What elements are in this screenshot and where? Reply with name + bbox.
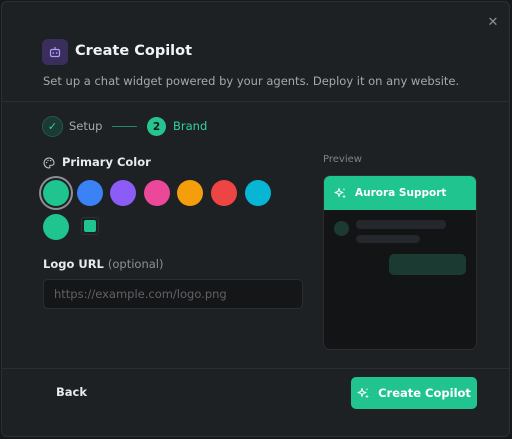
step-setup-check-icon: ✓ bbox=[42, 116, 63, 137]
custom-color-picker[interactable] bbox=[81, 217, 99, 235]
swatch-purple[interactable] bbox=[110, 180, 136, 206]
header-divider bbox=[2, 101, 509, 102]
preview-label: Preview bbox=[323, 154, 362, 165]
dialog-subtitle: Set up a chat widget powered by your age… bbox=[43, 74, 460, 88]
create-copilot-dialog: ✕ Create Copilot Set up a chat widget po… bbox=[1, 1, 510, 437]
swatch-orange[interactable] bbox=[177, 180, 203, 206]
back-button[interactable]: Back bbox=[56, 385, 87, 399]
preview-message-line bbox=[356, 235, 420, 243]
logo-url-optional: (optional) bbox=[107, 257, 164, 271]
create-copilot-label: Create Copilot bbox=[378, 386, 471, 400]
swatch-blue[interactable] bbox=[77, 180, 103, 206]
sparkles-icon bbox=[357, 387, 370, 398]
close-icon[interactable]: ✕ bbox=[486, 16, 500, 30]
logo-url-label: Logo URL (optional) bbox=[43, 257, 163, 271]
step-setup-label: Setup bbox=[69, 119, 103, 133]
swatch-red[interactable] bbox=[211, 180, 237, 206]
preview-header-title: Aurora Support bbox=[355, 187, 447, 199]
preview-header: Aurora Support bbox=[324, 176, 476, 210]
swatch-green[interactable] bbox=[43, 180, 69, 206]
create-copilot-button[interactable]: Create Copilot bbox=[351, 377, 477, 409]
logo-url-label-text: Logo URL bbox=[43, 257, 104, 271]
preview-avatar bbox=[334, 221, 349, 236]
step-brand-number: 2 bbox=[147, 117, 166, 136]
swatch-pink[interactable] bbox=[144, 180, 170, 206]
swatch-cyan[interactable] bbox=[245, 180, 271, 206]
dialog-title: Create Copilot bbox=[75, 43, 193, 59]
preview-user-bubble bbox=[389, 254, 466, 275]
step-connector bbox=[112, 126, 137, 127]
footer-divider bbox=[2, 368, 509, 369]
primary-color-label: Primary Color bbox=[62, 155, 151, 169]
step-brand-label: Brand bbox=[173, 119, 208, 133]
preview-message-line bbox=[356, 220, 446, 229]
sparkles-icon bbox=[334, 187, 346, 198]
palette-icon bbox=[43, 157, 55, 169]
logo-url-input[interactable] bbox=[43, 279, 303, 309]
swatch-green-2[interactable] bbox=[43, 214, 69, 240]
preview-widget: Aurora Support bbox=[323, 175, 477, 350]
bot-icon bbox=[42, 39, 68, 65]
